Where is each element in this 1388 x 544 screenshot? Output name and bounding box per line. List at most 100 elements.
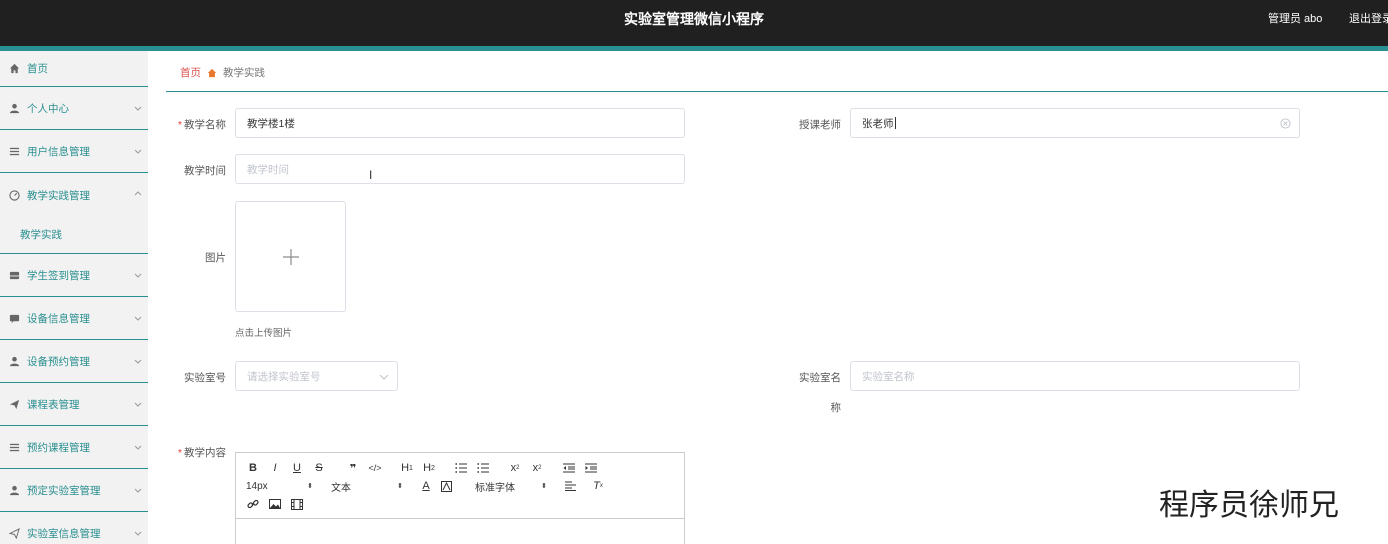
- breadcrumb: 首页 教学实践: [166, 54, 1388, 92]
- bold-icon[interactable]: B: [246, 460, 260, 476]
- sidebar-item-label: 课程表管理: [27, 399, 80, 411]
- outdent-icon[interactable]: [562, 460, 576, 476]
- lab-number-label: 实验室号: [184, 372, 226, 384]
- sidebar-item-course-booking[interactable]: 预约课程管理: [0, 427, 148, 469]
- breadcrumb-current: 教学实践: [223, 67, 265, 79]
- chevron-down-icon: [134, 106, 142, 111]
- sidebar-item-label: 用户信息管理: [27, 146, 90, 158]
- chevron-down-icon: [134, 488, 142, 493]
- video-icon[interactable]: [290, 496, 304, 512]
- sidebar-item-lab-info[interactable]: 实验室信息管理: [0, 513, 148, 544]
- chevron-down-icon: [134, 273, 142, 278]
- font-size-select[interactable]: 14px ⬍: [246, 481, 321, 492]
- code-icon[interactable]: </>: [368, 460, 382, 476]
- italic-icon[interactable]: I: [268, 460, 282, 476]
- sidebar-item-user-info[interactable]: 用户信息管理: [0, 131, 148, 173]
- lab-name-label-wrap: 称: [830, 402, 842, 414]
- align-icon[interactable]: [563, 478, 577, 494]
- name-label: * 教学名称: [177, 119, 226, 131]
- underline-icon[interactable]: U: [290, 460, 304, 476]
- logout-link[interactable]: 退出登录: [1349, 10, 1388, 26]
- send-icon: [8, 398, 21, 411]
- breadcrumb-home[interactable]: 首页: [180, 65, 201, 80]
- chevron-up-icon: [134, 191, 142, 196]
- ordered-list-icon[interactable]: [454, 460, 468, 476]
- image-label: 图片: [205, 252, 226, 264]
- user-icon: [8, 484, 21, 497]
- superscript-icon[interactable]: x2: [530, 460, 544, 476]
- list-icon: [8, 145, 21, 158]
- sidebar-item-label: 学生签到管理: [27, 270, 90, 282]
- teacher-label: 授课老师: [799, 119, 841, 131]
- list-icon: [8, 441, 21, 454]
- heading1-icon[interactable]: H1: [400, 460, 414, 476]
- sidebar-item-label: 设备信息管理: [27, 313, 90, 325]
- chevron-down-icon: [134, 359, 142, 364]
- sidebar-item-label: 教学实践管理: [27, 189, 90, 202]
- user-icon: [8, 355, 21, 368]
- lab-name-input[interactable]: 实验室名称: [850, 361, 1300, 391]
- sidebar-item-teaching-practice-mgmt[interactable]: 教学实践管理: [0, 174, 148, 216]
- font-family-select[interactable]: 标准字体 ⬍: [475, 479, 553, 494]
- font-color-icon[interactable]: A: [419, 478, 433, 494]
- gauge-icon: [8, 189, 21, 202]
- admin-label: 管理员 abo: [1268, 13, 1323, 25]
- top-bar: 实验室管理微信小程序 管理员 abo 退出登录: [0, 0, 1388, 46]
- quote-icon[interactable]: ❞: [346, 460, 360, 476]
- watermark-text: 程序员徐师兄: [1159, 488, 1339, 523]
- heading2-icon[interactable]: H2: [422, 460, 436, 476]
- background-color-icon[interactable]: [439, 478, 453, 494]
- plus-icon: [282, 248, 299, 265]
- user-icon: [8, 102, 21, 115]
- sidebar-item-schedule[interactable]: 课程表管理: [0, 384, 148, 426]
- sidebar-item-label: 预约课程管理: [27, 442, 90, 454]
- teacher-input[interactable]: 张老师: [850, 108, 1300, 138]
- chevron-down-icon: [134, 316, 142, 321]
- sidebar-item-home[interactable]: 首页: [0, 51, 148, 87]
- sidebar-item-label: 预定实验室管理: [27, 485, 101, 497]
- send-icon: [8, 527, 21, 540]
- sidebar: 首页 个人中心 用户信息管理 教学实践管理 教学实践 学生签到管理 设备信息管理…: [0, 51, 148, 544]
- strike-icon[interactable]: S: [312, 460, 326, 476]
- chevron-down-icon: [134, 445, 142, 450]
- sidebar-item-device-info[interactable]: 设备信息管理: [0, 298, 148, 340]
- clear-icon[interactable]: [1280, 118, 1291, 129]
- indent-icon[interactable]: [584, 460, 598, 476]
- sidebar-item-label: 教学实践: [20, 229, 62, 241]
- message-icon: [8, 312, 21, 325]
- link-icon[interactable]: [246, 496, 260, 512]
- home-icon: [207, 68, 217, 78]
- sidebar-item-label: 首页: [27, 63, 48, 75]
- rich-text-editor[interactable]: B I U S ❞ </> H1 H2 x2 x2 14px ⬍ 文本 ⬍ A …: [235, 452, 685, 544]
- top-bar-accent: [0, 46, 1388, 51]
- chevron-down-icon: [379, 374, 389, 380]
- chevron-down-icon: [134, 402, 142, 407]
- sidebar-item-label: 设备预约管理: [27, 356, 90, 368]
- image-upload-button[interactable]: [235, 201, 346, 312]
- lab-number-select[interactable]: 请选择实验室号: [235, 361, 398, 391]
- inbox-icon: [8, 269, 21, 282]
- sidebar-item-label: 实验室信息管理: [27, 528, 101, 540]
- image-icon[interactable]: [268, 496, 282, 512]
- sidebar-item-profile[interactable]: 个人中心: [0, 88, 148, 130]
- sidebar-item-device-booking[interactable]: 设备预约管理: [0, 341, 148, 383]
- chevron-down-icon: [134, 531, 142, 536]
- content-label: * 教学内容: [177, 447, 226, 459]
- block-type-select[interactable]: 文本 ⬍: [331, 479, 409, 494]
- subscript-icon[interactable]: x2: [508, 460, 522, 476]
- time-label: 教学时间: [184, 165, 226, 177]
- app-title: 实验室管理微信小程序: [624, 11, 764, 27]
- clear-format-icon[interactable]: Tx: [591, 478, 605, 494]
- lab-name-label: 实验室名: [799, 372, 841, 384]
- time-input[interactable]: 教学时间: [235, 154, 685, 184]
- name-input[interactable]: 教学楼1楼: [235, 108, 685, 138]
- editor-toolbar: B I U S ❞ </> H1 H2 x2 x2 14px ⬍ 文本 ⬍ A …: [236, 453, 684, 519]
- sidebar-item-label: 个人中心: [27, 103, 69, 115]
- sidebar-subitem-teaching-practice[interactable]: 教学实践: [0, 216, 148, 254]
- bullet-list-icon[interactable]: [476, 460, 490, 476]
- home-icon: [8, 62, 21, 75]
- sidebar-item-lab-reservation[interactable]: 预定实验室管理: [0, 470, 148, 512]
- text-cursor-icon: I: [369, 168, 373, 182]
- chevron-down-icon: [134, 149, 142, 154]
- sidebar-item-student-checkin[interactable]: 学生签到管理: [0, 255, 148, 297]
